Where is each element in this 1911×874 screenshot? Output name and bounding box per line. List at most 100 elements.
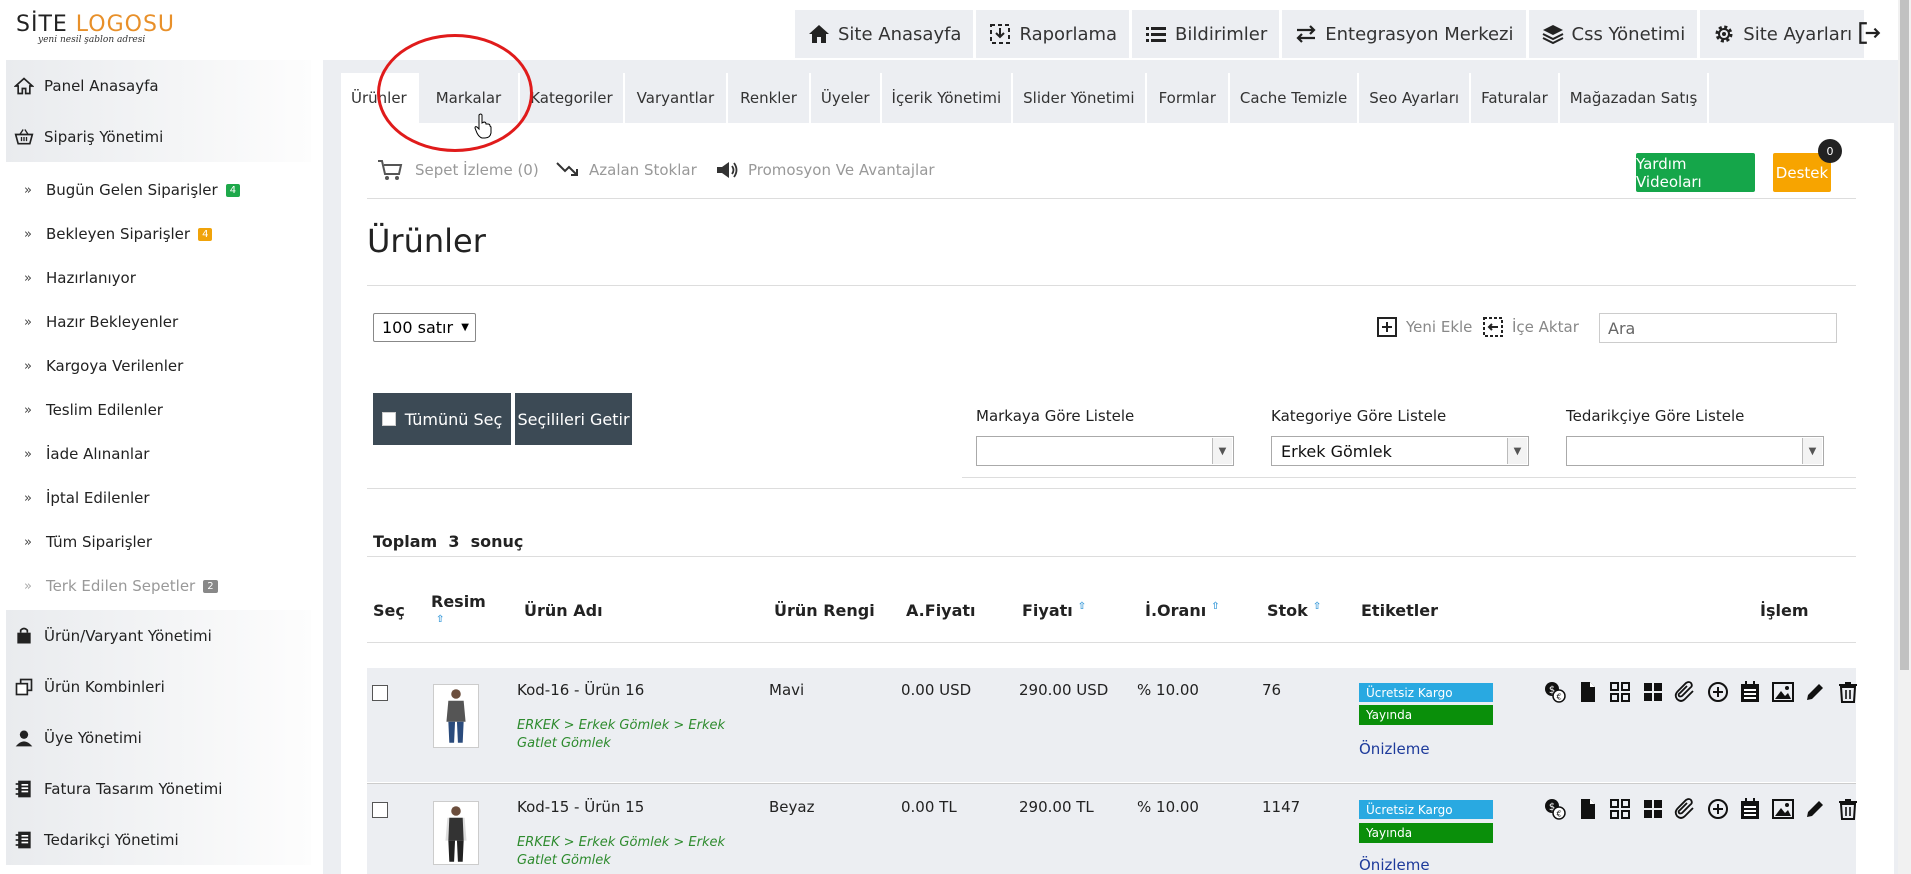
currency-icon[interactable]: $€ — [1543, 797, 1567, 821]
file-icon[interactable] — [1576, 680, 1600, 704]
sort-icon: ⇧ — [436, 614, 445, 625]
sidebar-subitem-cancelled[interactable]: » İptal Edilenler — [6, 476, 311, 520]
calendar-icon[interactable] — [1738, 680, 1762, 704]
sidebar-item-panel-home[interactable]: Panel Anasayfa — [6, 60, 311, 111]
divider — [367, 488, 1856, 489]
sidebar-subitem-label: Hazır Bekleyenler — [45, 313, 179, 331]
tab-forms[interactable]: Formlar — [1146, 73, 1230, 123]
tab-store-sales[interactable]: Mağazadan Satış — [1559, 73, 1710, 123]
product-thumbnail[interactable] — [433, 684, 479, 748]
topnav-site-home[interactable]: Site Anasayfa — [795, 10, 974, 58]
topnav-label: Raporlama — [1019, 23, 1118, 45]
file-icon[interactable] — [1576, 797, 1600, 821]
col-header-label: Fiyatı — [1022, 601, 1073, 620]
sidebar-subitem-today-orders[interactable]: » Bugün Gelen Siparişler 4 — [6, 168, 311, 212]
tab-content-management[interactable]: İçerik Yönetimi — [881, 73, 1014, 123]
logout-icon[interactable] — [1856, 20, 1882, 46]
pencil-icon[interactable] — [1803, 680, 1827, 704]
currency-icon[interactable]: $€ — [1543, 680, 1567, 704]
sidebar-item-suppliers[interactable]: Tedarikçi Yönetimi — [6, 814, 311, 865]
product-thumbnail[interactable] — [433, 801, 479, 865]
col-header-stock[interactable]: Stok ⇧ — [1267, 601, 1321, 620]
sidebar-subitem-all-orders[interactable]: » Tüm Siparişler — [6, 520, 311, 564]
low-stock-link[interactable]: Azalan Stoklar — [555, 158, 697, 182]
tab-invoices[interactable]: Faturalar — [1471, 73, 1560, 123]
grid-icon[interactable] — [1608, 797, 1632, 821]
sort-icon: ⇧ — [1312, 601, 1322, 612]
tab-slider-management[interactable]: Slider Yönetimi — [1013, 73, 1147, 123]
sidebar-subitem-shipped[interactable]: » Kargoya Verilenler — [6, 344, 311, 388]
sidebar-subitem-delivered[interactable]: » Teslim Edilenler — [6, 388, 311, 432]
tiles-icon[interactable] — [1641, 680, 1665, 704]
product-name[interactable]: Kod-15 - Ürün 15 — [517, 798, 644, 816]
image-icon[interactable] — [1771, 797, 1795, 821]
sidebar-subitem-preparing[interactable]: » Hazırlanıyor — [6, 256, 311, 300]
product-name[interactable]: Kod-16 - Ürün 16 — [517, 681, 644, 699]
sidebar-item-combos[interactable]: Ürün Kombinleri — [6, 661, 311, 712]
preview-link[interactable]: Önizleme — [1359, 856, 1430, 874]
fetch-selected-button[interactable]: Seçilileri Getir — [515, 393, 632, 445]
gear-icon — [1715, 25, 1733, 43]
topnav-reports[interactable]: Raporlama — [976, 10, 1130, 58]
plus-circle-icon[interactable] — [1706, 680, 1730, 704]
col-header-price[interactable]: Fiyatı ⇧ — [1022, 601, 1086, 620]
site-logo[interactable]: SİTE LOGOSU yeni nesil şablon adresi — [16, 12, 175, 45]
sidebar-subitem-label: Hazırlanıyor — [45, 269, 136, 287]
divider — [367, 285, 1856, 286]
plus-circle-icon[interactable] — [1706, 797, 1730, 821]
select-all-checkbox[interactable] — [381, 412, 396, 426]
chevron-right-icon: » — [24, 226, 32, 242]
tab-cache-clear[interactable]: Cache Temizle — [1229, 73, 1360, 123]
scrollbar-thumb[interactable] — [1900, 0, 1909, 670]
svg-text:€: € — [1556, 810, 1561, 819]
sidebar-subitem-label: Terk Edilen Sepetler — [45, 577, 196, 595]
col-header-discount-rate[interactable]: İ.Oranı ⇧ — [1145, 601, 1220, 620]
sidebar-item-invoice-design[interactable]: Fatura Tasarım Yönetimi — [6, 763, 311, 814]
calendar-icon[interactable] — [1738, 797, 1762, 821]
rows-per-page-select[interactable]: 100 satır ▼ — [373, 313, 476, 342]
tiles-icon[interactable] — [1641, 797, 1665, 821]
row-checkbox[interactable] — [372, 685, 388, 701]
preview-link[interactable]: Önizleme — [1359, 740, 1430, 758]
sidebar-subitem-ready[interactable]: » Hazır Bekleyenler — [6, 300, 311, 344]
topnav-css[interactable]: Css Yönetimi — [1528, 10, 1698, 58]
tab-seo-settings[interactable]: Seo Ayarları — [1359, 73, 1472, 123]
trash-icon[interactable] — [1836, 797, 1860, 821]
home-icon — [14, 76, 34, 94]
brand-filter-select[interactable]: ▼ — [976, 436, 1234, 466]
paperclip-icon[interactable] — [1673, 797, 1697, 821]
tab-categories[interactable]: Kategoriler — [520, 73, 625, 123]
sidebar-subitem-abandoned-carts[interactable]: » Terk Edilen Sepetler 2 — [6, 564, 311, 608]
supplier-filter-select[interactable]: ▼ — [1566, 436, 1824, 466]
sidebar-item-products[interactable]: Ürün/Varyant Yönetimi — [6, 610, 311, 661]
sidebar-subitem-returned[interactable]: » İade Alınanlar — [6, 432, 311, 476]
cart-monitor-link[interactable]: Sepet İzleme (0) — [377, 158, 539, 182]
tab-variants[interactable]: Varyantlar — [624, 73, 729, 123]
select-all-button[interactable]: Tümünü Seç — [373, 393, 511, 445]
tab-colors[interactable]: Renkler — [728, 73, 811, 123]
sidebar-subitem-pending-orders[interactable]: » Bekleyen Siparişler 4 — [6, 212, 311, 256]
paperclip-icon[interactable] — [1673, 680, 1697, 704]
sidebar-item-members[interactable]: Üye Yönetimi — [6, 712, 311, 763]
topnav-settings[interactable]: Site Ayarları — [1700, 10, 1865, 58]
promotions-link[interactable]: Promosyon Ve Avantajlar — [714, 158, 935, 182]
product-category-path: ERKEK > Erkek Gömlek > Erkek Gatlet Göml… — [517, 718, 726, 751]
topnav-integration[interactable]: Entegrasyon Merkezi — [1282, 10, 1526, 58]
total-count: 3 — [448, 532, 460, 551]
help-videos-button[interactable]: Yardım Videoları — [1636, 153, 1755, 192]
category-filter-select[interactable]: Erkek Gömlek ▼ — [1271, 436, 1529, 466]
row-checkbox[interactable] — [372, 802, 388, 818]
sidebar-item-orders[interactable]: Sipariş Yönetimi — [6, 111, 311, 162]
search-input[interactable]: Ara — [1599, 313, 1837, 343]
divider — [367, 642, 1856, 643]
col-header-image[interactable]: Resim ⇧ — [431, 593, 486, 629]
product-discount-rate: % 10.00 — [1137, 798, 1199, 816]
image-icon[interactable] — [1771, 680, 1795, 704]
pencil-icon[interactable] — [1803, 797, 1827, 821]
import-link[interactable]: İçe Aktar — [1482, 316, 1579, 338]
trash-icon[interactable] — [1836, 680, 1860, 704]
tab-members[interactable]: Üyeler — [810, 73, 882, 123]
topnav-notifications[interactable]: Bildirimler — [1132, 10, 1280, 58]
grid-icon[interactable] — [1608, 680, 1632, 704]
add-new-link[interactable]: Yeni Ekle — [1376, 316, 1472, 338]
